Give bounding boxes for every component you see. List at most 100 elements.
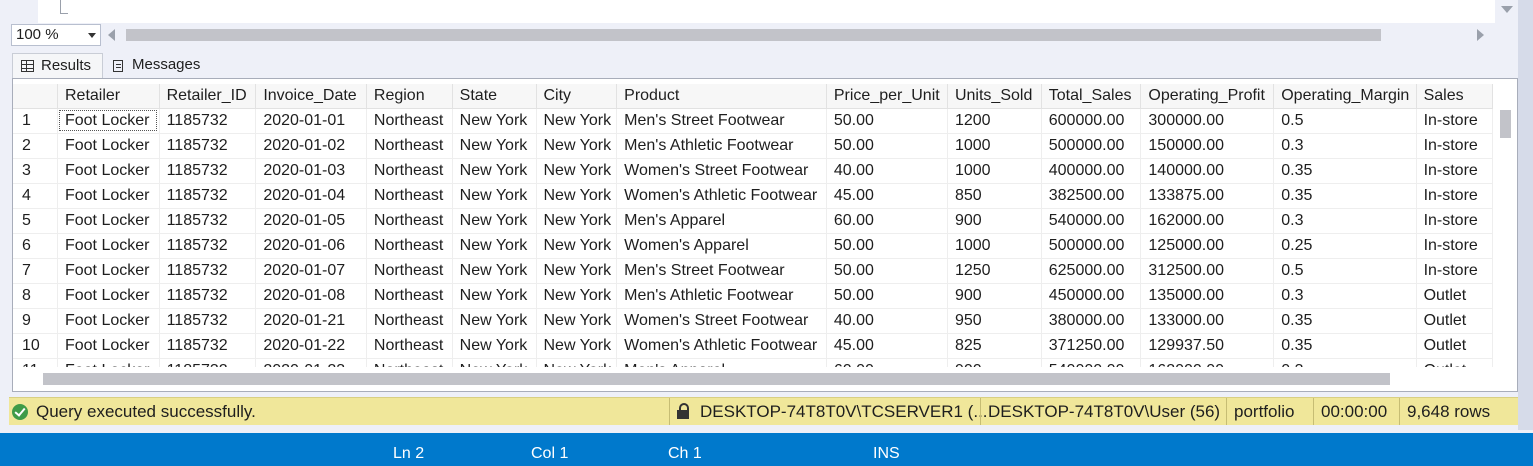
table-cell[interactable]: 1185732 <box>159 308 257 334</box>
table-cell[interactable]: 2020-01-04 <box>255 183 367 209</box>
table-cell[interactable]: New York <box>452 133 537 159</box>
table-cell[interactable]: New York <box>536 358 618 367</box>
table-cell[interactable]: New York <box>452 208 537 234</box>
table-row[interactable]: 8 Foot Locker 1185732 2020-01-08 Northeast Ne… <box>13 283 1493 309</box>
table-cell[interactable]: Foot Locker <box>57 108 160 134</box>
row-number[interactable]: 9 <box>13 308 58 334</box>
table-cell[interactable]: New York <box>452 308 537 334</box>
table-cell[interactable]: New York <box>536 108 618 134</box>
table-cell[interactable]: 2020-01-05 <box>255 208 367 234</box>
table-cell[interactable]: 1200 <box>947 108 1042 134</box>
table-cell[interactable]: 60.00 <box>826 358 948 367</box>
row-number[interactable]: 6 <box>13 233 58 259</box>
table-cell[interactable]: 1185732 <box>159 358 257 367</box>
table-cell[interactable]: Northeast <box>366 358 453 367</box>
table-cell[interactable]: 900 <box>947 358 1042 367</box>
scroll-thumb[interactable] <box>43 373 1390 385</box>
editor-vertical-scrollbar[interactable] <box>1495 0 1518 23</box>
table-cell[interactable]: 900 <box>947 283 1042 309</box>
column-header[interactable]: Operating_Profit <box>1140 84 1275 109</box>
table-cell[interactable]: 0.5 <box>1273 108 1417 134</box>
table-cell[interactable]: In-store <box>1416 233 1493 259</box>
table-cell[interactable]: Foot Locker <box>57 183 160 209</box>
table-cell[interactable]: 2020-01-07 <box>255 258 367 284</box>
table-cell[interactable]: 400000.00 <box>1041 158 1142 184</box>
table-cell[interactable]: Women's Street Footwear <box>616 308 827 334</box>
table-cell[interactable]: In-store <box>1416 258 1493 284</box>
table-cell[interactable]: Northeast <box>366 283 453 309</box>
table-cell[interactable]: 900 <box>947 208 1042 234</box>
table-cell[interactable]: 2020-01-03 <box>255 158 367 184</box>
table-cell[interactable]: New York <box>536 158 618 184</box>
results-grid[interactable]: Retailer Retailer_ID Invoice_Date Region Sta… <box>12 78 1518 392</box>
table-cell[interactable]: Men's Apparel <box>616 358 827 367</box>
table-cell[interactable]: 0.35 <box>1273 183 1417 209</box>
table-cell[interactable]: New York <box>452 108 537 134</box>
table-cell[interactable]: 1185732 <box>159 283 257 309</box>
table-cell[interactable]: 450000.00 <box>1041 283 1142 309</box>
table-cell[interactable]: New York <box>452 183 537 209</box>
column-header[interactable]: Price_per_Unit <box>826 84 948 109</box>
column-header[interactable]: Total_Sales <box>1041 84 1142 109</box>
table-cell[interactable]: 540000.00 <box>1041 208 1142 234</box>
table-row[interactable]: 3 Foot Locker 1185732 2020-01-03 Northeast Ne… <box>13 158 1493 184</box>
grid-horizontal-scrollbar[interactable] <box>13 369 1493 389</box>
scroll-left-arrow-icon[interactable] <box>108 29 115 41</box>
table-cell[interactable]: Northeast <box>366 158 453 184</box>
table-cell[interactable]: Men's Street Footwear <box>616 108 827 134</box>
table-cell[interactable]: 133000.00 <box>1140 308 1275 334</box>
table-cell[interactable]: 1000 <box>947 233 1042 259</box>
table-cell[interactable]: New York <box>536 333 618 359</box>
row-number[interactable]: 2 <box>13 133 58 159</box>
table-cell[interactable]: 1185732 <box>159 108 257 134</box>
table-cell[interactable]: 2020-01-22 <box>255 333 367 359</box>
table-cell[interactable]: Northeast <box>366 133 453 159</box>
table-cell[interactable]: 50.00 <box>826 108 948 134</box>
table-cell[interactable]: 600000.00 <box>1041 108 1142 134</box>
table-cell[interactable]: 140000.00 <box>1140 158 1275 184</box>
column-header[interactable]: Operating_Margin <box>1273 84 1417 109</box>
table-row[interactable]: 7 Foot Locker 1185732 2020-01-07 Northeast Ne… <box>13 258 1493 284</box>
grid-vertical-scrollbar[interactable] <box>1497 84 1515 367</box>
table-cell[interactable]: Women's Street Footwear <box>616 158 827 184</box>
table-cell[interactable]: Outlet <box>1416 358 1493 367</box>
table-cell[interactable]: 540000.00 <box>1041 358 1142 367</box>
chevron-down-icon[interactable] <box>88 33 96 38</box>
corner-header[interactable] <box>13 84 58 109</box>
table-cell[interactable]: 0.3 <box>1273 358 1417 367</box>
table-cell[interactable]: Foot Locker <box>57 333 160 359</box>
table-cell[interactable]: 300000.00 <box>1140 108 1275 134</box>
table-cell[interactable]: 500000.00 <box>1041 133 1142 159</box>
table-cell[interactable]: 1185732 <box>159 183 257 209</box>
table-row[interactable]: 5 Foot Locker 1185732 2020-01-05 Northeast Ne… <box>13 208 1493 234</box>
tab-results[interactable]: Results <box>12 53 103 78</box>
table-row[interactable]: 11Foot Locker11857322020-01-23NortheastN… <box>13 358 1493 367</box>
table-cell[interactable]: Foot Locker <box>57 283 160 309</box>
zoom-select[interactable]: 100 % <box>11 24 101 46</box>
editor-horizontal-scrollbar[interactable] <box>104 25 1494 45</box>
row-number[interactable]: 3 <box>13 158 58 184</box>
row-number[interactable]: 5 <box>13 208 58 234</box>
table-cell[interactable]: New York <box>452 233 537 259</box>
table-cell[interactable]: New York <box>452 283 537 309</box>
table-cell[interactable]: 2020-01-06 <box>255 233 367 259</box>
table-cell[interactable]: Women's Apparel <box>616 233 827 259</box>
table-cell[interactable]: 2020-01-23 <box>255 358 367 367</box>
table-cell[interactable]: 850 <box>947 183 1042 209</box>
table-cell[interactable]: Foot Locker <box>57 358 160 367</box>
table-cell[interactable]: Foot Locker <box>57 158 160 184</box>
table-cell[interactable]: Foot Locker <box>57 258 160 284</box>
table-cell[interactable]: 50.00 <box>826 258 948 284</box>
column-header[interactable]: Invoice_Date <box>255 84 367 109</box>
table-cell[interactable]: Foot Locker <box>57 308 160 334</box>
table-cell[interactable]: Northeast <box>366 108 453 134</box>
table-cell[interactable]: 825 <box>947 333 1042 359</box>
table-cell[interactable]: New York <box>536 208 618 234</box>
table-cell[interactable]: In-store <box>1416 183 1493 209</box>
table-cell[interactable]: Foot Locker <box>57 233 160 259</box>
table-cell[interactable]: 0.35 <box>1273 308 1417 334</box>
table-row[interactable]: 1 Foot Locker 1185732 2020-01-01 Northeast Ne… <box>13 108 1493 134</box>
table-cell[interactable]: Northeast <box>366 233 453 259</box>
table-cell[interactable]: Northeast <box>366 183 453 209</box>
table-cell[interactable]: New York <box>452 158 537 184</box>
